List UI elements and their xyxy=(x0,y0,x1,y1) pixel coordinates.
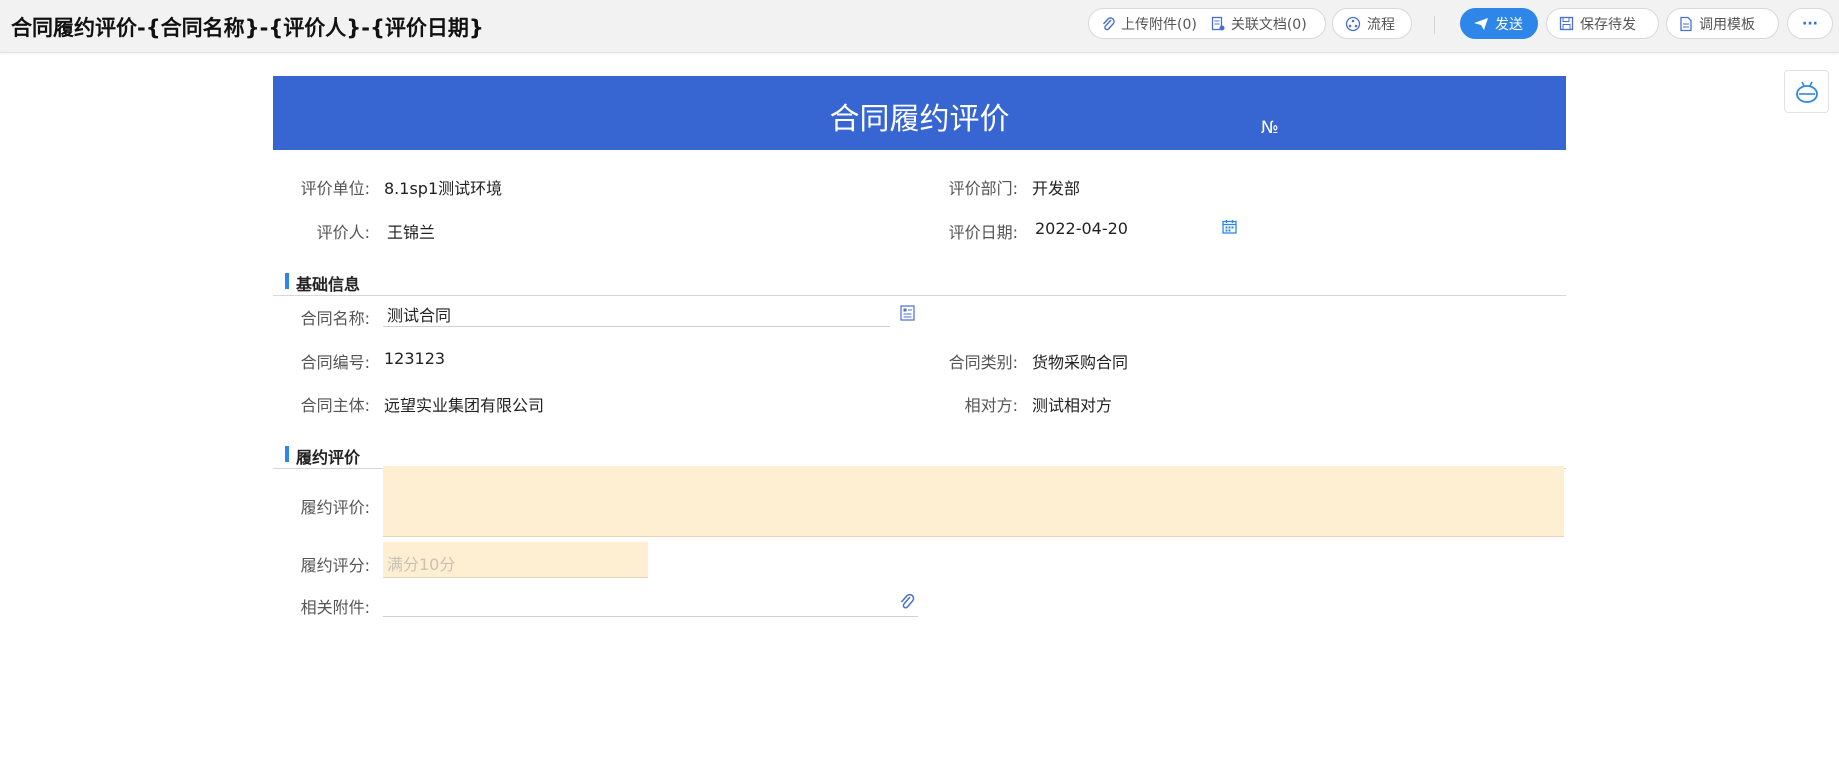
subject-label: 合同主体: xyxy=(300,396,370,415)
calendar-icon[interactable] xyxy=(1222,219,1237,234)
contract-name-label: 合同名称: xyxy=(300,309,370,328)
robot-icon xyxy=(1795,81,1818,103)
dept-label: 评价部门: xyxy=(948,179,1018,198)
attachment-label: 相关附件: xyxy=(300,598,370,617)
evaluation-form: 合同履约评价 № 评价单位: 8.1sp1测试环境 评价部门: 开发部 评价人:… xyxy=(273,76,1566,617)
unit-label: 评价单位: xyxy=(300,179,370,198)
contract-type-label: 合同类别: xyxy=(948,353,1018,372)
related-doc-icon xyxy=(1211,16,1225,30)
attachment-field[interactable] xyxy=(383,586,918,617)
template-button[interactable]: 调用模板 xyxy=(1666,8,1779,39)
counterpart-value: 测试相对方 xyxy=(1032,396,1113,415)
score-input[interactable]: 满分10分 xyxy=(383,542,648,578)
send-button[interactable]: 发送 xyxy=(1460,8,1538,39)
eval-textarea[interactable] xyxy=(383,466,1564,537)
section-marker xyxy=(285,273,289,289)
score-label: 履约评分: xyxy=(300,556,370,575)
more-icon: ··· xyxy=(1802,15,1818,32)
paperclip-icon[interactable] xyxy=(899,593,915,611)
upload-attachment-button[interactable]: 上传附件(0) xyxy=(1101,14,1197,34)
dept-value: 开发部 xyxy=(1032,179,1081,198)
unit-value: 8.1sp1测试环境 xyxy=(384,179,503,198)
contract-name-field[interactable]: 测试合同 xyxy=(383,296,890,327)
save-draft-button[interactable]: 保存待发 xyxy=(1546,8,1659,39)
form-title: 合同履约评价 xyxy=(829,102,1010,137)
date-label: 评价日期: xyxy=(948,223,1018,242)
template-label: 调用模板 xyxy=(1699,16,1755,33)
eval-label: 履约评价: xyxy=(300,498,370,517)
form-number-mark: № xyxy=(1261,118,1279,138)
template-icon xyxy=(1680,16,1692,31)
related-label: 关联文档(0) xyxy=(1230,16,1307,33)
toolbar-divider xyxy=(1434,16,1435,34)
date-field[interactable]: 2022-04-20 xyxy=(1035,219,1128,238)
save-label: 保存待发 xyxy=(1580,16,1636,33)
paperclip-icon xyxy=(1102,16,1115,30)
section-title: 基础信息 xyxy=(296,275,361,294)
assistant-robot-button[interactable] xyxy=(1784,70,1829,113)
form-header: 合同履约评价 № xyxy=(273,76,1566,150)
contract-type-value: 货物采购合同 xyxy=(1032,353,1129,372)
counterpart-label: 相对方: xyxy=(964,396,1018,415)
document-title: 合同履约评价-{合同名称}-{评价人}-{评价日期} xyxy=(11,16,484,40)
section-marker xyxy=(285,446,289,462)
section-basic-info: 基础信息 xyxy=(273,270,1566,296)
subject-value: 远望实业集团有限公司 xyxy=(384,396,545,415)
contract-no-value: 123123 xyxy=(384,349,446,368)
select-contract-icon[interactable] xyxy=(900,305,915,321)
save-icon xyxy=(1559,16,1574,31)
contract-no-label: 合同编号: xyxy=(300,353,370,372)
attachment-group: 上传附件(0) 关联文档(0) xyxy=(1088,8,1326,39)
section-title: 履约评价 xyxy=(296,448,361,467)
top-toolbar: 合同履约评价-{合同名称}-{评价人}-{评价日期} 上传附件(0) 关联文档(… xyxy=(0,0,1839,53)
person-label: 评价人: xyxy=(316,223,370,242)
person-value: 王锦兰 xyxy=(387,223,436,242)
related-doc-button[interactable]: 关联文档(0) xyxy=(1211,14,1307,34)
flow-icon xyxy=(1345,16,1361,31)
upload-label: 上传附件(0) xyxy=(1121,16,1197,33)
send-icon xyxy=(1474,17,1488,30)
contract-name-value: 测试合同 xyxy=(387,306,452,325)
more-button[interactable]: ··· xyxy=(1787,8,1833,39)
flow-label: 流程 xyxy=(1367,16,1395,33)
send-label: 发送 xyxy=(1495,16,1523,33)
flow-button[interactable]: 流程 xyxy=(1332,8,1412,39)
